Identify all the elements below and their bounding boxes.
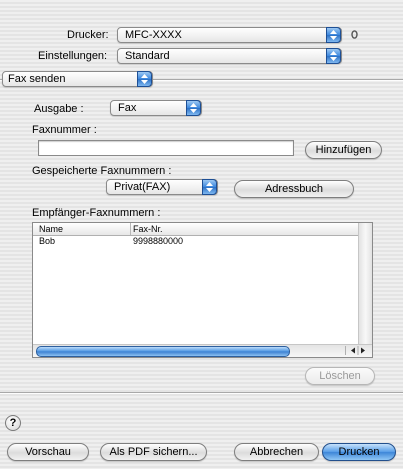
save-as-pdf-button[interactable]: Als PDF sichern... [100, 443, 207, 461]
printer-value: MFC-XXXX [125, 29, 182, 41]
vertical-scrollbar[interactable] [358, 223, 372, 345]
printer-popup[interactable]: MFC-XXXX [117, 27, 342, 43]
row-fax: 9998880000 [133, 236, 184, 246]
printer-status-icon [351, 30, 358, 39]
column-header-fax[interactable]: Fax-Nr. [133, 223, 163, 235]
output-value: Fax [118, 102, 137, 114]
fax-number-label: Faxnummer : [32, 124, 97, 136]
saved-fax-value: Privat(FAX) [114, 181, 171, 193]
popup-arrows-icon [186, 100, 201, 116]
scroll-arrows[interactable] [345, 346, 370, 355]
address-book-button[interactable]: Adressbuch [234, 180, 354, 198]
saved-fax-popup[interactable]: Privat(FAX) [106, 179, 218, 195]
panel-menu-popup[interactable]: Fax senden [2, 71, 153, 87]
popup-arrows-icon [137, 71, 152, 87]
saved-fax-label: Gespeicherte Faxnummern : [32, 165, 172, 177]
help-button[interactable]: ? [5, 415, 21, 431]
output-popup[interactable]: Fax [110, 100, 202, 116]
column-divider [130, 223, 131, 235]
popup-arrows-icon [202, 179, 217, 195]
print-dialog: { "printer": {"label": "Drucker:", "valu… [0, 0, 403, 469]
column-header-name[interactable]: Name [39, 223, 63, 235]
recipients-label: Empfänger-Faxnummern : [32, 207, 161, 219]
settings-popup[interactable]: Standard [117, 48, 342, 64]
preview-button[interactable]: Vorschau [7, 443, 89, 461]
settings-value: Standard [125, 50, 170, 62]
output-label: Ausgabe : [34, 103, 84, 115]
horizontal-scrollbar[interactable] [33, 344, 372, 357]
fax-number-field[interactable] [38, 140, 294, 156]
print-button[interactable]: Drucken [322, 443, 396, 461]
help-question-icon: ? [9, 417, 17, 429]
footer-separator [0, 392, 403, 394]
cancel-button[interactable]: Abbrechen [234, 443, 319, 461]
scrollbar-thumb[interactable] [36, 346, 290, 357]
table-row[interactable]: Bob 9998880000 [33, 235, 358, 247]
scroll-left-right-icon [351, 346, 365, 355]
recipients-table[interactable]: Name Fax-Nr. Bob 9998880000 [32, 222, 373, 358]
add-button[interactable]: Hinzufügen [305, 141, 382, 159]
row-name: Bob [39, 236, 56, 246]
panel-menu-value: Fax senden [8, 73, 66, 85]
delete-button[interactable]: Löschen [305, 367, 375, 385]
printer-label: Drucker: [67, 29, 109, 41]
popup-arrows-icon [326, 48, 341, 64]
popup-arrows-icon [326, 27, 341, 43]
settings-label: Einstellungen: [38, 50, 108, 62]
